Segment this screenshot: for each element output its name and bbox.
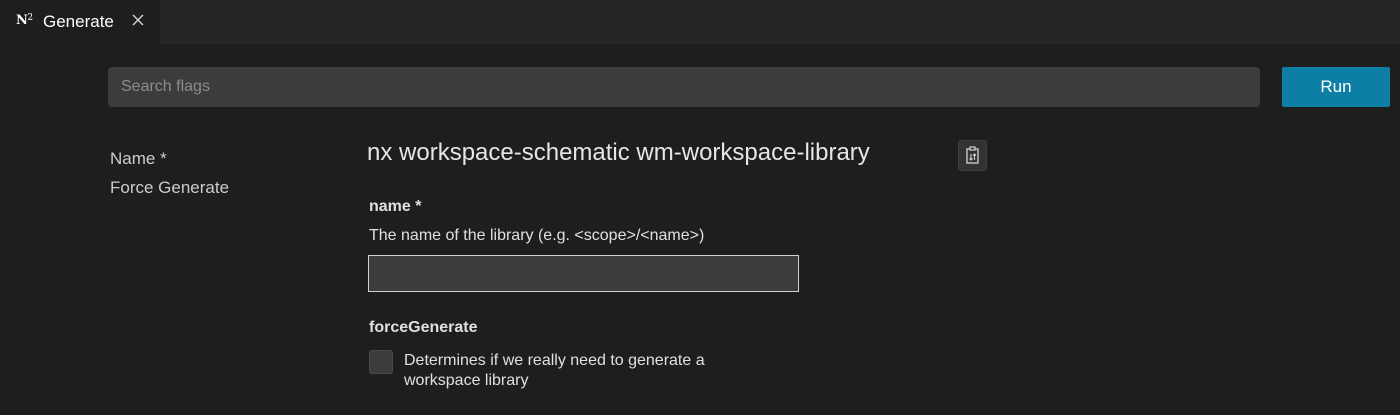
name-field-label: name *: [369, 198, 422, 215]
field-navigation: Name * Force Generate: [110, 144, 229, 202]
copy-command-button[interactable]: [958, 140, 987, 171]
name-field-description: The name of the library (e.g. <scope>/<n…: [369, 227, 705, 244]
run-button[interactable]: Run: [1282, 67, 1390, 107]
name-input[interactable]: [368, 255, 799, 292]
force-generate-field-label: forceGenerate: [369, 319, 478, 336]
command-title: nx workspace-schematic wm-workspace-libr…: [367, 139, 870, 166]
nav-item-name[interactable]: Name *: [110, 144, 229, 173]
force-generate-description: Determines if we really need to generate…: [404, 352, 705, 389]
nav-item-force-generate[interactable]: Force Generate: [110, 173, 229, 202]
search-flags-input[interactable]: [108, 67, 1260, 107]
copy-to-clipboard-icon: [966, 146, 979, 164]
nx-console-logo-icon: N2: [16, 13, 33, 28]
tab-title: Generate: [43, 12, 114, 31]
tab-generate[interactable]: N2 Generate: [0, 0, 160, 44]
editor-tab-bar: N2 Generate: [0, 0, 1400, 44]
force-generate-checkbox[interactable]: [369, 350, 393, 374]
close-icon[interactable]: [129, 11, 147, 29]
